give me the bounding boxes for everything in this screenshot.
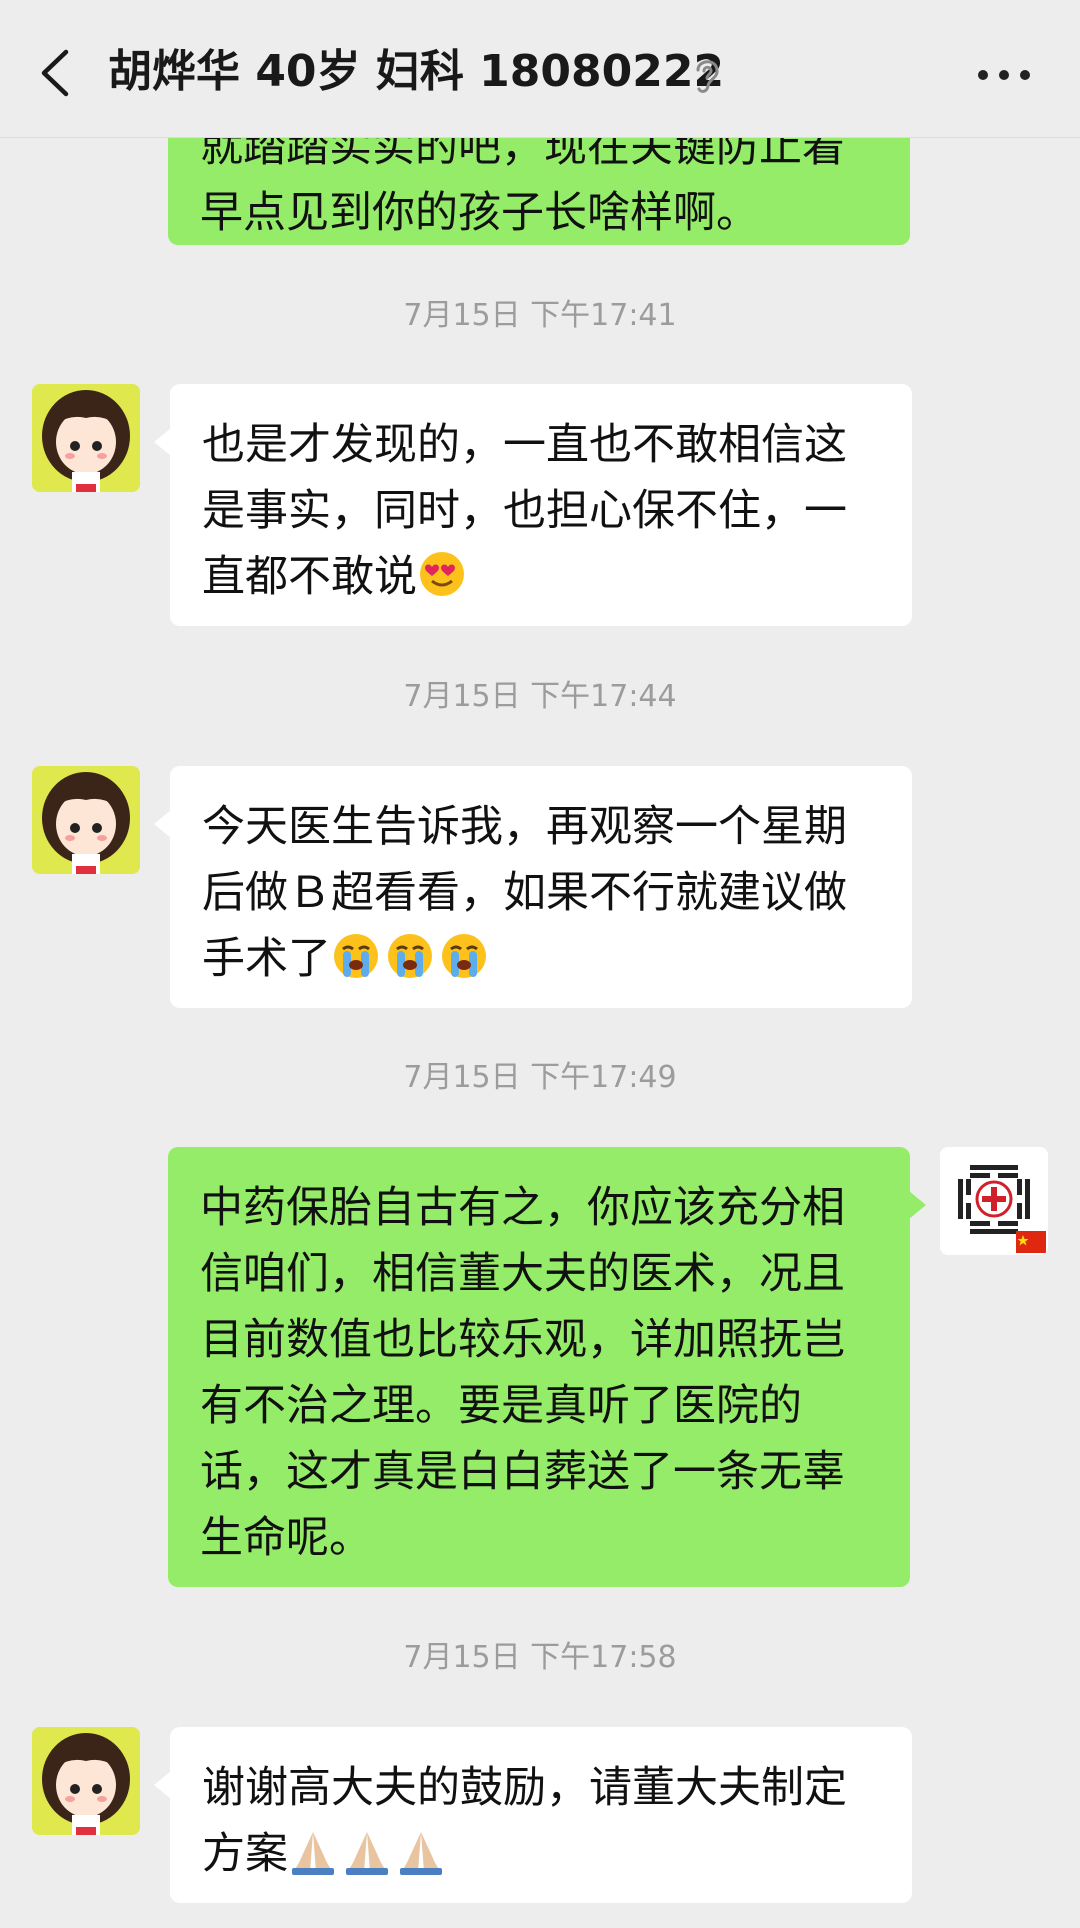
message-bubble-outgoing[interactable]: 中药保胎自古有之，你应该充分相 信咱们，相信董大夫的医术，况且 目前数值也比较乐…: [168, 1147, 926, 1587]
crying-emoji-icon: [385, 931, 435, 981]
message-bubble-incoming[interactable]: 也是才发现的，一直也不敢相信这 是事实，同时，也担心保不住，一 直都不敢说: [154, 384, 912, 626]
message-line: 生命呢。: [200, 1513, 372, 1563]
message-line: 也是才发现的，一直也不敢相信这: [202, 420, 847, 470]
message-line: 手术了: [202, 934, 331, 984]
message-line: 话，这才真是白白葬送了一条无辜: [200, 1447, 845, 1497]
message-line: 谢谢高大夫的鼓励，请董大夫制定: [202, 1763, 847, 1813]
timestamp: 7月15日 下午17:58: [403, 1640, 677, 1675]
message-line: 中药保胎自古有之，你应该充分相: [200, 1183, 845, 1233]
message-line: 是事实，同时，也担心保不住，一: [202, 486, 847, 536]
message-bubble-incoming[interactable]: 今天医生告诉我，再观察一个星期 后做Ｂ超看看，如果不行就建议做 手术了: [154, 766, 912, 1008]
timestamp: 7月15日 下午17:44: [403, 679, 677, 714]
doctor-avatar[interactable]: [940, 1147, 1048, 1255]
message-line: 直都不敢说: [202, 552, 417, 602]
message-line: 有不治之理。要是真听了医院的: [200, 1381, 802, 1431]
patient-avatar[interactable]: [32, 1727, 140, 1835]
chat-title: 胡烨华 40岁 妇科 18080222: [108, 46, 725, 97]
message-line: 目前数值也比较乐观，详加照抚岂: [200, 1315, 845, 1365]
heart-eyes-emoji-icon: [417, 549, 467, 599]
folded-hands-emoji-icon: [396, 1826, 446, 1876]
message-line: 后做Ｂ超看看，如果不行就建议做: [202, 868, 847, 918]
crying-emoji-icon: [331, 931, 381, 981]
timestamp: 7月15日 下午17:49: [403, 1060, 677, 1095]
message-bubble-incoming[interactable]: 谢谢高大夫的鼓励，请董大夫制定 方案: [154, 1727, 912, 1903]
message-line: 今天医生告诉我，再观察一个星期: [202, 802, 847, 852]
timestamp: 7月15日 下午17:41: [403, 298, 677, 333]
more-options-icon[interactable]: [976, 60, 1032, 88]
message-line: 方案: [202, 1829, 288, 1879]
message-text: 早点见到你的孩子长啥样啊。: [200, 188, 759, 238]
chat-header: 胡烨华 40岁 妇科 18080222: [0, 0, 1080, 138]
earpiece-mode-icon: [690, 54, 724, 96]
folded-hands-emoji-icon: [342, 1826, 392, 1876]
message-line: 信咱们，相信董大夫的医术，况且: [200, 1249, 845, 1299]
patient-avatar[interactable]: [32, 766, 140, 874]
back-arrow-icon[interactable]: [34, 48, 80, 98]
folded-hands-emoji-icon: [288, 1826, 338, 1876]
patient-avatar[interactable]: [32, 384, 140, 492]
crying-emoji-icon: [439, 931, 489, 981]
